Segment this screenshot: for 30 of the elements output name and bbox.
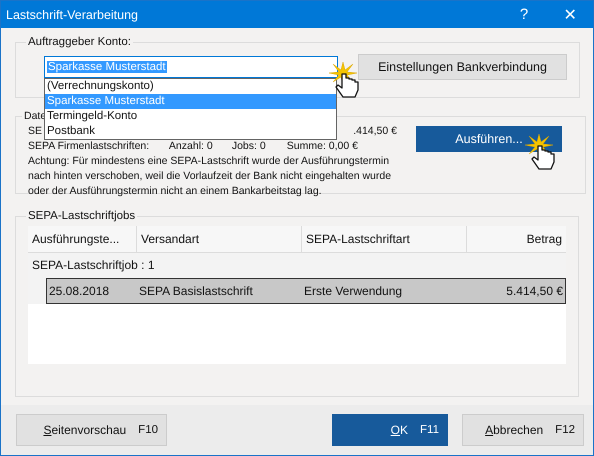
table-row[interactable]: 25.08.2018 SEPA Basislastschrift Erste Verwendung 5.414,50 € xyxy=(46,278,566,304)
table-cell-text: Erste Verwendung xyxy=(303,284,404,298)
group-legend: SEPA-Lastschriftjobs xyxy=(26,210,138,222)
summary-text: SE xyxy=(28,124,42,139)
summary-amount: .414,50 € xyxy=(353,124,397,139)
dropdown-item[interactable]: Postbank xyxy=(45,124,336,139)
summary-label: SEPA Firmenlastschriften: xyxy=(28,139,150,154)
warning-text: Achtung: Für mindestens eine SEPA-Lastschrift wurde der Ausführungstermin nach hinten verschoben, weil die Vorlaufzeit der Bank nicht eingehalten wurde oder der Ausführungstermin nicht an einem Bankarbeitstag lag. xyxy=(28,154,392,199)
summary-sum: Summe: 0,00 € xyxy=(286,139,358,154)
help-button[interactable]: ? xyxy=(501,1,547,28)
bank-settings-button[interactable]: Einstellungen Bankverbindung xyxy=(358,54,567,80)
column-header[interactable]: Ausführungste... xyxy=(28,226,137,252)
table-cell-text: 25.08.2018 xyxy=(48,284,110,298)
group-legend: Auftraggeber Konto: xyxy=(26,36,133,48)
dialog-button[interactable]: Seitenvorschau F10 xyxy=(16,414,167,446)
execute-button[interactable]: Ausführen... xyxy=(416,126,562,152)
window-title: Lastschrift-Verarbeitung xyxy=(6,8,140,22)
dropdown-item[interactable]: (Verrechnungskonto) xyxy=(45,79,336,94)
summary-count: Anzahl: 0 xyxy=(168,139,214,154)
dialog-button[interactable]: Abbrechen F12 xyxy=(462,414,584,446)
summary-jobs: Jobs: 0 xyxy=(232,139,267,154)
table-cell-text: SEPA Basislastschrift xyxy=(138,284,254,298)
dropdown-item[interactable]: Termingeld-Konto xyxy=(45,109,336,124)
dialog-button[interactable]: OK F11 xyxy=(332,414,448,446)
column-header[interactable]: SEPA-Lastschriftart xyxy=(302,226,467,252)
table-cell-text: 5.414,50 € xyxy=(505,284,564,298)
close-button[interactable]: ✕ xyxy=(547,1,593,28)
column-header[interactable]: Betrag xyxy=(467,226,566,252)
group-row[interactable]: SEPA-Lastschriftjob : 1 xyxy=(28,253,566,278)
column-header[interactable]: Versandart xyxy=(137,226,302,252)
